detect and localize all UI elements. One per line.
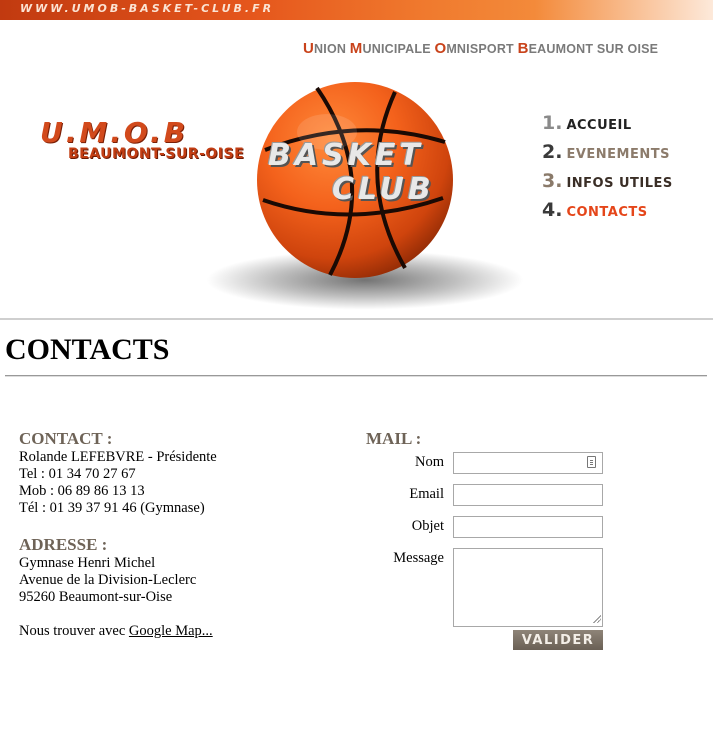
subject-input[interactable] — [453, 516, 603, 538]
title-divider — [5, 375, 707, 377]
contact-line: Tél : 01 39 37 91 46 (Gymnase) — [19, 500, 205, 516]
email-input[interactable] — [453, 484, 603, 506]
message-label: Message — [393, 550, 444, 566]
nav-item-contacts[interactable]: 4. CONTACTS — [542, 199, 673, 228]
top-banner: WWW.UMOB-BASKET-CLUB.FR — [0, 0, 713, 20]
name-input[interactable] — [453, 452, 603, 474]
nav-label: INFOS UTILES — [566, 176, 673, 191]
autofill-contact-icon[interactable] — [587, 456, 596, 468]
address-line: Avenue de la Division-Leclerc — [19, 572, 197, 588]
map-prefix: Nous trouver avec — [19, 623, 129, 639]
union-word: OMNISPORT — [434, 40, 514, 57]
subject-label: Objet — [411, 518, 444, 534]
union-title: UNION MUNICIPALE OMNISPORT BEAUMONT SUR … — [303, 40, 658, 57]
message-textarea[interactable] — [453, 548, 603, 627]
email-label: Email — [409, 486, 444, 502]
contact-heading: CONTACT : — [19, 429, 113, 448]
address-line: 95260 Beaumont-sur-Oise — [19, 589, 173, 605]
logo-city: BEAUMONT-SUR-OISE — [68, 146, 245, 162]
nav-number: 2. — [542, 141, 563, 163]
nav-number: 4. — [542, 199, 563, 221]
address-line: Gymnase Henri Michel — [19, 555, 156, 571]
submit-button[interactable]: VALIDER — [513, 630, 603, 650]
site-header: UNION MUNICIPALE OMNISPORT BEAUMONT SUR … — [0, 20, 713, 318]
nav-item-evenements[interactable]: 2. EVENEMENTS — [542, 141, 673, 170]
union-word: MUNICIPALE — [349, 40, 431, 57]
nav-item-infos-utiles[interactable]: 3. INFOS UTILES — [542, 170, 673, 199]
header-divider — [0, 318, 713, 320]
nav-number: 3. — [542, 170, 563, 192]
contact-line: Tel : 01 34 70 27 67 — [19, 466, 136, 482]
contact-line: Rolande LEFEBVRE - Présidente — [19, 449, 217, 465]
union-word: UNION — [303, 40, 347, 57]
name-label: Nom — [415, 454, 444, 470]
contact-line: Mob : 06 89 86 13 13 — [19, 483, 145, 499]
nav-item-accueil[interactable]: 1. ACCUEIL — [542, 112, 673, 141]
google-map-link[interactable]: Google Map... — [129, 623, 213, 639]
nav-number: 1. — [542, 112, 563, 134]
ball-text-basket: BASKET — [268, 138, 424, 173]
page-title: CONTACTS — [5, 333, 170, 366]
union-word: BEAUMONT SUR OISE — [517, 40, 659, 57]
logo-title[interactable]: U.M.O.B — [40, 116, 188, 149]
nav-label: ACCUEIL — [566, 118, 632, 133]
ball-text-club: CLUB — [332, 172, 435, 207]
nav-label: CONTACTS — [566, 205, 648, 220]
address-heading: ADRESSE : — [19, 535, 108, 554]
site-url: WWW.UMOB-BASKET-CLUB.FR — [20, 2, 275, 15]
mail-heading: MAIL : — [366, 429, 422, 448]
nav-label: EVENEMENTS — [566, 147, 670, 162]
resize-handle-icon[interactable] — [592, 614, 601, 623]
map-line: Nous trouver avec Google Map... — [19, 623, 213, 640]
main-nav: 1. ACCUEIL 2. EVENEMENTS 3. INFOS UTILES… — [542, 112, 673, 228]
